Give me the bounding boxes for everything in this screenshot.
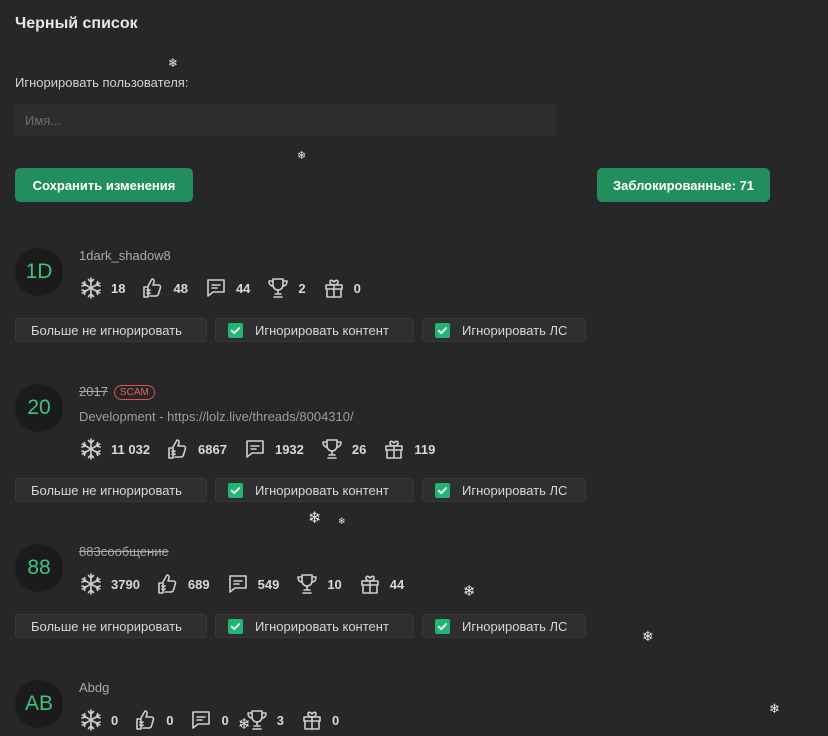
ignore-content-checkbox[interactable]: Игнорировать контент [215,478,414,502]
unignore-button[interactable]: Больше не игнорировать [15,318,207,342]
username[interactable]: 1dark_shadow8 [79,248,171,263]
stat-value: 689 [187,576,210,592]
checkbox-checked-icon[interactable] [228,482,243,498]
like-hand-icon [141,276,165,300]
trophy-icon [266,276,290,300]
stat-value: 48 [173,280,188,296]
user-description: Development - https://lolz.live/threads/… [79,409,354,424]
trophy-icon [295,572,319,596]
snowflake-decor-icon: ❄ [463,582,476,600]
checkbox-checked-icon[interactable] [435,322,450,338]
like-hand-icon [156,572,180,596]
user-stats: 3790 689 549 10 44 [79,572,420,596]
snowflake-decor-icon: ❄ [642,629,654,645]
checkbox-checked-icon[interactable] [435,482,450,498]
unignore-label: Больше не игнорировать [31,322,182,338]
message-icon [226,572,250,596]
avatar[interactable]: 88 [15,544,63,592]
unignore-label: Больше не игнорировать [31,618,182,634]
checkbox-checked-icon[interactable] [435,618,450,634]
ignore-user-input[interactable] [15,104,556,136]
ignore-content-checkbox[interactable]: Игнорировать контент [215,318,414,342]
stat-value: 2 [298,280,306,296]
user-stats: 0 0 0 3 0 [79,708,355,732]
checkbox-checked-icon[interactable] [228,322,243,338]
snowflake-decor-icon: ❄ [769,702,780,717]
stat-value: 10 [327,576,342,592]
snowflake-decor-icon: ❄ [168,56,179,70]
stat-value: 18 [111,280,126,296]
username[interactable]: Abdg [79,680,109,695]
ignore-content-label: Игнорировать контент [255,322,389,338]
avatar[interactable]: 1D [15,248,63,296]
snowflake-icon [79,276,103,300]
stat-value: 0 [166,712,174,728]
like-hand-icon [134,708,158,732]
ignore-content-label: Игнорировать контент [255,618,389,634]
username[interactable]: 883сообщение [79,544,169,559]
stat-value: 6867 [198,441,227,457]
ignore-ls-checkbox[interactable]: Игнорировать ЛС [422,614,586,638]
snowflake-decor-icon: ❄ [338,517,346,527]
stat-value: 1932 [274,441,304,457]
stat-value: 11 032 [111,441,151,457]
message-icon [243,437,267,461]
stat-value: 44 [389,576,405,592]
message-icon [189,708,213,732]
user-actions: Больше не игнорировать Игнорировать конт… [15,318,594,342]
avatar[interactable]: AB [15,680,63,728]
user-stats: 11 032 6867 1932 26 119 [79,437,451,461]
snowflake-decor-icon: ❄ [297,149,307,162]
stat-value: 0 [221,712,229,728]
blocked-count-button[interactable]: Заблокированные: 71 [597,168,770,202]
trophy-icon [320,437,344,461]
avatar[interactable]: 20 [15,384,63,432]
stat-value: 549 [257,576,280,592]
username[interactable]: 2017 [79,384,108,399]
page-title: Черный список [15,15,138,32]
snowflake-icon [79,572,103,596]
ignore-user-label: Игнорировать пользователя: [15,75,189,90]
snowflake-decor-icon: ❄ [308,508,322,527]
gift-icon [300,708,324,732]
gift-icon [358,572,382,596]
stat-value: 0 [353,280,361,296]
ignore-ls-checkbox[interactable]: Игнорировать ЛС [422,478,586,502]
checkbox-checked-icon[interactable] [228,618,243,634]
user-actions: Больше не игнорировать Игнорировать конт… [15,614,594,638]
save-changes-button[interactable]: Сохранить изменения [15,168,193,202]
user-stats: 18 48 44 2 0 [79,276,377,300]
unignore-button[interactable]: Больше не игнорировать [15,478,207,502]
username-row: 2017 SCAM [79,384,155,400]
ignore-content-label: Игнорировать контент [255,482,389,498]
snowflake-icon [79,437,103,461]
stat-value: 0 [331,712,340,728]
ignore-ls-label: Игнорировать ЛС [462,322,568,338]
stat-value: 0 [111,712,119,728]
message-icon [204,276,228,300]
stat-value: 119 [414,441,436,457]
ignore-ls-checkbox[interactable]: Игнорировать ЛС [422,318,586,342]
snowflake-icon [79,708,103,732]
stat-value: 3790 [111,576,140,592]
like-hand-icon [166,437,190,461]
stat-value: 3 [276,712,284,728]
stat-value: 26 [351,441,367,457]
stat-value: 44 [235,280,251,296]
unignore-label: Больше не игнорировать [31,482,182,498]
gift-icon [382,437,406,461]
ignore-ls-label: Игнорировать ЛС [462,618,568,634]
scam-badge: SCAM [113,385,155,400]
ignore-ls-label: Игнорировать ЛС [462,482,568,498]
gift-icon [322,276,346,300]
snowflake-decor-icon: ❄ [238,715,251,733]
ignore-content-checkbox[interactable]: Игнорировать контент [215,614,414,638]
unignore-button[interactable]: Больше не игнорировать [15,614,207,638]
user-actions: Больше не игнорировать Игнорировать конт… [15,478,594,502]
